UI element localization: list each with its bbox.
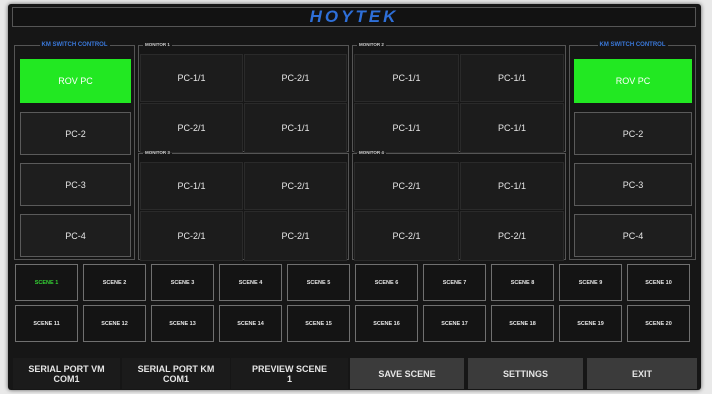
monitor-1-panel: MONITOR 1 PC-1/1 PC-2/1 PC-2/1 PC-1/1 bbox=[138, 42, 349, 153]
scene-button[interactable]: SCENE 20 bbox=[627, 305, 690, 342]
monitor-2-legend: MONITOR 2 bbox=[359, 42, 384, 47]
scene-button[interactable]: SCENE 8 bbox=[491, 264, 554, 301]
scene-button[interactable]: SCENE 17 bbox=[423, 305, 486, 342]
serial-port-km-button[interactable]: SERIAL PORT KM COM1 bbox=[122, 358, 230, 389]
km-right-pc3-button[interactable]: PC-3 bbox=[574, 163, 692, 206]
scene-button[interactable]: SCENE 15 bbox=[287, 305, 350, 342]
monitor-1-cell[interactable]: PC-1/1 bbox=[244, 103, 347, 153]
scene-button[interactable]: SCENE 16 bbox=[355, 305, 418, 342]
scene-button[interactable]: SCENE 13 bbox=[151, 305, 214, 342]
scene-button[interactable]: SCENE 11 bbox=[15, 305, 78, 342]
scene-button[interactable]: SCENE 14 bbox=[219, 305, 282, 342]
scene-button[interactable]: SCENE 9 bbox=[559, 264, 622, 301]
settings-button[interactable]: SETTINGS bbox=[468, 358, 583, 389]
scene-button[interactable]: SCENE 1 bbox=[15, 264, 78, 301]
monitor-3-cell[interactable]: PC-2/1 bbox=[140, 211, 243, 261]
km-switch-legend: KM SWITCH CONTROL bbox=[599, 42, 666, 48]
monitor-4-legend: MONITOR 4 bbox=[359, 150, 384, 155]
km-switch-control-left: KM SWITCH CONTROL ROV PC PC-2 PC-3 PC-4 bbox=[14, 42, 135, 260]
monitor-4-panel: MONITOR 4 PC-2/1 PC-1/1 PC-2/1 PC-2/1 bbox=[352, 150, 566, 261]
km-switch-control-right: KM SWITCH CONTROL ROV PC PC-2 PC-3 PC-4 bbox=[569, 42, 696, 260]
km-left-rov-pc-button[interactable]: ROV PC bbox=[20, 59, 131, 103]
preview-scene-button[interactable]: PREVIEW SCENE 1 bbox=[231, 358, 348, 389]
scene-button[interactable]: SCENE 2 bbox=[83, 264, 146, 301]
monitor-1-legend: MONITOR 1 bbox=[145, 42, 170, 47]
km-right-pc4-button[interactable]: PC-4 bbox=[574, 214, 692, 257]
monitor-3-cell[interactable]: PC-2/1 bbox=[244, 211, 347, 261]
monitor-2-cell[interactable]: PC-1/1 bbox=[354, 103, 459, 153]
preview-scene-label: PREVIEW SCENE bbox=[251, 363, 327, 374]
scene-button[interactable]: SCENE 19 bbox=[559, 305, 622, 342]
monitor-4-cell[interactable]: PC-1/1 bbox=[460, 162, 564, 210]
scene-button[interactable]: SCENE 10 bbox=[627, 264, 690, 301]
title-bar: HOYTEK bbox=[12, 7, 696, 27]
km-left-pc3-button[interactable]: PC-3 bbox=[20, 163, 131, 206]
monitor-2-panel: MONITOR 2 PC-1/1 PC-1/1 PC-1/1 PC-1/1 bbox=[352, 42, 566, 153]
exit-button[interactable]: EXIT bbox=[587, 358, 697, 389]
scene-button[interactable]: SCENE 12 bbox=[83, 305, 146, 342]
scene-button[interactable]: SCENE 6 bbox=[355, 264, 418, 301]
serial-port-km-label: SERIAL PORT KM bbox=[137, 363, 215, 374]
scene-button[interactable]: SCENE 4 bbox=[219, 264, 282, 301]
km-right-rov-pc-button[interactable]: ROV PC bbox=[574, 59, 692, 103]
brand-logo: HOYTEK bbox=[309, 7, 399, 26]
serial-port-km-value: COM1 bbox=[162, 373, 189, 384]
monitor-4-cell[interactable]: PC-2/1 bbox=[460, 211, 564, 261]
monitor-3-cell[interactable]: PC-1/1 bbox=[140, 162, 243, 210]
monitor-2-cell[interactable]: PC-1/1 bbox=[460, 103, 564, 153]
monitor-2-cell[interactable]: PC-1/1 bbox=[354, 54, 459, 102]
km-left-pc2-button[interactable]: PC-2 bbox=[20, 112, 131, 155]
monitor-1-cell[interactable]: PC-1/1 bbox=[140, 54, 243, 102]
monitor-1-cell[interactable]: PC-2/1 bbox=[244, 54, 347, 102]
km-switch-legend: KM SWITCH CONTROL bbox=[41, 42, 108, 48]
km-left-pc4-button[interactable]: PC-4 bbox=[20, 214, 131, 257]
scene-button[interactable]: SCENE 7 bbox=[423, 264, 486, 301]
serial-port-vm-label: SERIAL PORT VM bbox=[28, 363, 105, 374]
serial-port-vm-value: COM1 bbox=[53, 373, 80, 384]
monitor-1-cell[interactable]: PC-2/1 bbox=[140, 103, 243, 153]
monitor-4-cell[interactable]: PC-2/1 bbox=[354, 211, 459, 261]
monitor-3-panel: MONITOR 3 PC-1/1 PC-2/1 PC-2/1 PC-2/1 bbox=[138, 150, 349, 261]
km-right-pc2-button[interactable]: PC-2 bbox=[574, 112, 692, 155]
scene-button[interactable]: SCENE 18 bbox=[491, 305, 554, 342]
scene-button[interactable]: SCENE 3 bbox=[151, 264, 214, 301]
preview-scene-value: 1 bbox=[286, 373, 292, 384]
serial-port-vm-button[interactable]: SERIAL PORT VM COM1 bbox=[13, 358, 120, 389]
app-window: HOYTEK KM SWITCH CONTROL ROV PC PC-2 PC-… bbox=[8, 4, 701, 390]
save-scene-button[interactable]: SAVE SCENE bbox=[350, 358, 464, 389]
monitor-2-cell[interactable]: PC-1/1 bbox=[460, 54, 564, 102]
monitor-4-cell[interactable]: PC-2/1 bbox=[354, 162, 459, 210]
scene-button[interactable]: SCENE 5 bbox=[287, 264, 350, 301]
monitor-3-cell[interactable]: PC-2/1 bbox=[244, 162, 347, 210]
monitor-3-legend: MONITOR 3 bbox=[145, 150, 170, 155]
